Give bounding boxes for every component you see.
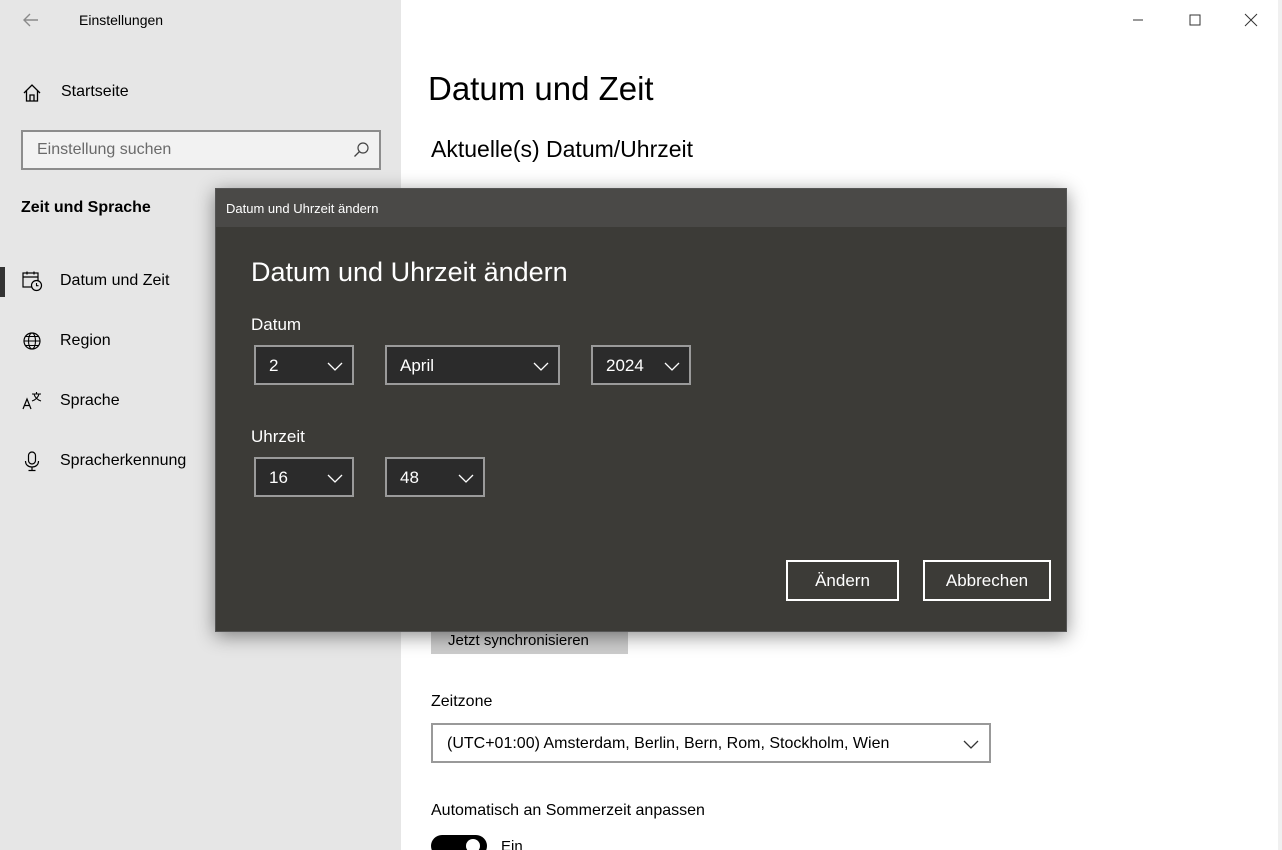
minimize-icon[interactable] — [1128, 10, 1148, 30]
language-icon — [22, 392, 42, 410]
close-icon[interactable] — [1241, 10, 1261, 30]
globe-icon — [23, 332, 41, 350]
date-label: Datum — [251, 315, 302, 334]
sidebar-item-label: Sprache — [60, 392, 120, 409]
dst-toggle[interactable] — [431, 835, 487, 850]
dialog-titlebar-text: Datum und Uhrzeit ändern — [226, 201, 379, 216]
calendar-clock-icon — [22, 271, 43, 292]
dst-label: Automatisch an Sommerzeit anpassen — [431, 802, 705, 819]
chevron-down-icon — [963, 740, 979, 749]
dialog-heading: Datum und Uhrzeit ändern — [251, 257, 568, 287]
sidebar-item-label: Spracherkennung — [60, 452, 187, 469]
day-value: 2 — [269, 356, 279, 375]
hour-value: 16 — [269, 468, 288, 487]
app-title: Einstellungen — [79, 12, 164, 28]
cancel-button[interactable]: Abbrechen — [923, 560, 1051, 601]
minute-select[interactable]: 48 — [385, 457, 485, 497]
search-box[interactable] — [21, 130, 381, 170]
timezone-label: Zeitzone — [431, 693, 493, 710]
chevron-down-icon — [327, 362, 343, 371]
change-button[interactable]: Ändern — [786, 560, 899, 601]
page-title: Datum und Zeit — [428, 70, 654, 107]
microphone-icon — [24, 451, 40, 472]
search-icon[interactable] — [352, 141, 370, 159]
maximize-icon[interactable] — [1185, 10, 1205, 30]
chevron-down-icon — [664, 362, 680, 371]
sidebar-item-label: Datum und Zeit — [60, 272, 170, 289]
back-button[interactable] — [18, 8, 46, 32]
chevron-down-icon — [327, 474, 343, 483]
dst-toggle-label: Ein — [501, 838, 523, 850]
section-title: Zeit und Sprache — [21, 199, 151, 216]
change-date-time-dialog: Datum und Uhrzeit ändern Datum und Uhrze… — [215, 188, 1067, 632]
timezone-value: (UTC+01:00) Amsterdam, Berlin, Bern, Rom… — [447, 735, 890, 752]
section-heading: Aktuelle(s) Datum/Uhrzeit — [431, 136, 694, 162]
dialog-titlebar[interactable]: Datum und Uhrzeit ändern — [216, 189, 1066, 227]
sidebar-item-home[interactable]: Startseite — [0, 72, 401, 112]
year-select[interactable]: 2024 — [591, 345, 691, 385]
chevron-down-icon — [458, 474, 474, 483]
time-label: Uhrzeit — [251, 427, 305, 446]
day-select[interactable]: 2 — [254, 345, 354, 385]
search-input[interactable] — [37, 141, 337, 159]
scrollbar[interactable] — [1278, 0, 1282, 850]
year-value: 2024 — [606, 356, 644, 375]
home-icon — [23, 84, 41, 102]
home-label: Startseite — [61, 83, 129, 100]
arrow-left-icon — [23, 13, 38, 27]
month-value: April — [400, 356, 435, 375]
toggle-knob — [466, 839, 480, 850]
month-select[interactable]: April — [385, 345, 560, 385]
timezone-select[interactable]: (UTC+01:00) Amsterdam, Berlin, Bern, Rom… — [431, 723, 991, 763]
sidebar-item-label: Region — [60, 332, 111, 349]
hour-select[interactable]: 16 — [254, 457, 354, 497]
chevron-down-icon — [533, 362, 549, 371]
minute-value: 48 — [400, 468, 419, 487]
